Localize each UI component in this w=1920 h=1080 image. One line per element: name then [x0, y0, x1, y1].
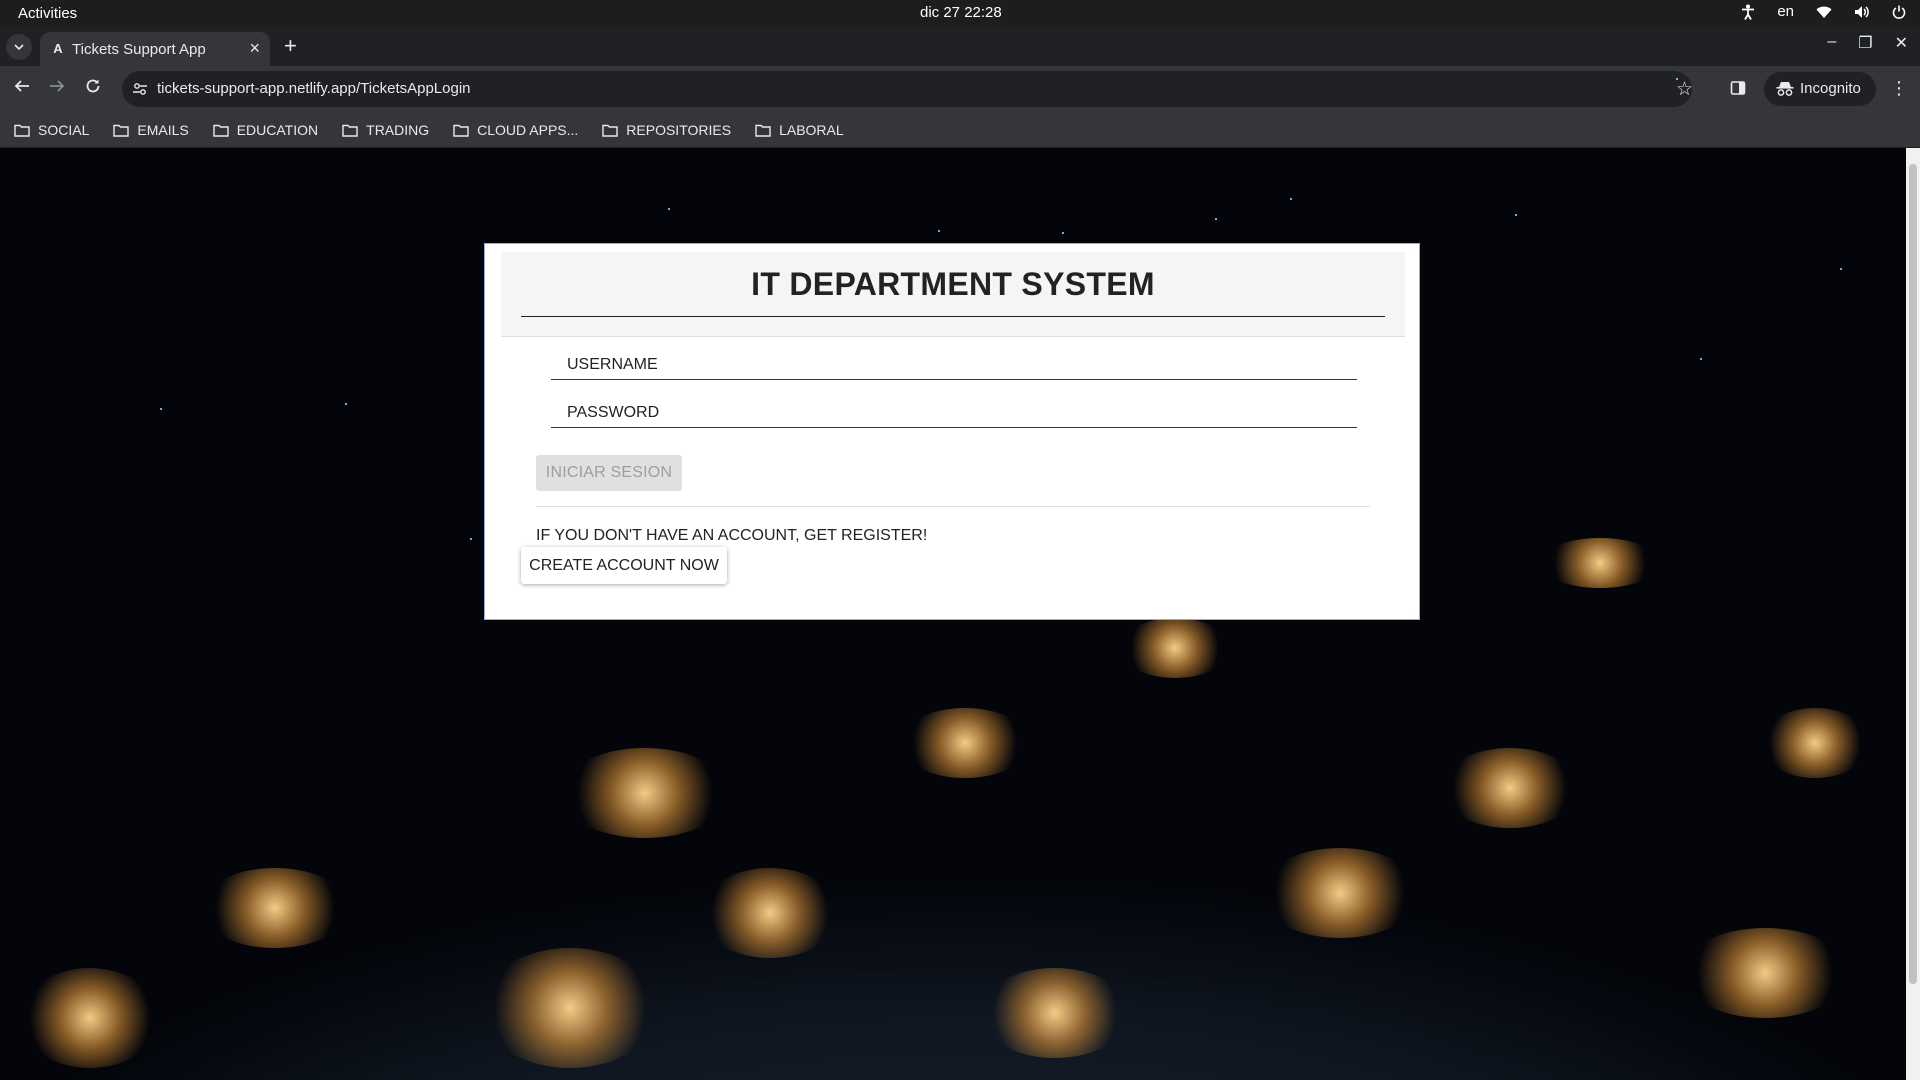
- incognito-icon: [1776, 82, 1794, 96]
- page-title: IT DEPARTMENT SYSTEM: [751, 266, 1155, 302]
- password-field[interactable]: [551, 398, 1357, 428]
- card-header: IT DEPARTMENT SYSTEM: [501, 252, 1405, 337]
- folder-icon: [453, 124, 469, 137]
- bookmark-label: REPOSITORIES: [626, 122, 732, 138]
- tab-close-icon[interactable]: ×: [249, 38, 260, 59]
- app-favicon-icon: A: [53, 41, 63, 56]
- folder-icon: [14, 124, 30, 137]
- power-icon[interactable]: [1892, 5, 1906, 19]
- activities-button[interactable]: Activities: [18, 5, 77, 22]
- window-controls: – ❐ ✕: [1827, 33, 1908, 53]
- browser-tab[interactable]: A Tickets Support App ×: [40, 32, 270, 66]
- side-panel-icon[interactable]: [1730, 80, 1746, 101]
- restore-icon[interactable]: ❐: [1858, 33, 1872, 53]
- folder-icon: [342, 124, 358, 137]
- create-account-button[interactable]: CREATE ACCOUNT NOW: [521, 547, 727, 584]
- address-bar[interactable]: tickets-support-app.netlify.app/TicketsA…: [122, 71, 1693, 107]
- username-field[interactable]: [551, 350, 1357, 380]
- minimize-icon[interactable]: –: [1827, 33, 1836, 53]
- bookmark-folder-education[interactable]: EDUCATION: [213, 122, 318, 138]
- page-scrollbar[interactable]: [1906, 148, 1920, 1080]
- bookmark-folder-laboral[interactable]: LABORAL: [755, 122, 844, 138]
- bookmark-label: EMAILS: [137, 122, 189, 138]
- section-divider: [536, 506, 1370, 507]
- wifi-icon[interactable]: [1816, 5, 1832, 19]
- clock[interactable]: dic 27 22:28: [920, 4, 1002, 21]
- tab-title: Tickets Support App: [72, 41, 206, 58]
- language-indicator[interactable]: en: [1777, 3, 1794, 20]
- bookmark-label: SOCIAL: [38, 122, 90, 138]
- chevron-down-icon: [14, 44, 24, 50]
- folder-icon: [213, 124, 229, 137]
- login-card: IT DEPARTMENT SYSTEM INICIAR SESION IF Y…: [484, 243, 1420, 620]
- system-tray[interactable]: en: [1741, 3, 1906, 20]
- volume-icon[interactable]: [1854, 5, 1870, 19]
- bookmark-folder-emails[interactable]: EMAILS: [113, 122, 189, 138]
- bookmarks-bar: SOCIAL EMAILS EDUCATION TRADING CLOUD AP…: [0, 113, 1920, 148]
- forward-arrow-icon[interactable]: [49, 78, 65, 99]
- incognito-indicator[interactable]: Incognito: [1764, 72, 1876, 106]
- title-divider: [521, 316, 1385, 317]
- bookmark-label: TRADING: [366, 122, 430, 138]
- browser-menu-icon[interactable]: ⋮: [1890, 78, 1908, 99]
- bookmark-label: LABORAL: [779, 122, 844, 138]
- bookmark-folder-repositories[interactable]: REPOSITORIES: [602, 122, 731, 138]
- folder-icon: [755, 124, 771, 137]
- window-close-icon[interactable]: ✕: [1895, 33, 1908, 53]
- system-top-bar: Activities dic 27 22:28 en: [0, 0, 1920, 27]
- new-tab-button[interactable]: +: [284, 35, 297, 57]
- bookmark-label: EDUCATION: [236, 122, 319, 138]
- folder-icon: [113, 124, 130, 137]
- back-arrow-icon[interactable]: [14, 78, 30, 99]
- browser-tab-strip: A Tickets Support App × + – ❐ ✕: [0, 27, 1920, 66]
- scrollbar-thumb[interactable]: [1909, 164, 1917, 984]
- password-input[interactable]: [551, 398, 1357, 427]
- incognito-label: Incognito: [1800, 80, 1861, 97]
- browser-toolbar: tickets-support-app.netlify.app/TicketsA…: [0, 66, 1920, 113]
- bookmark-folder-cloud-apps[interactable]: CLOUD APPS...: [453, 122, 578, 138]
- reload-icon[interactable]: [85, 78, 101, 99]
- bookmark-folder-trading[interactable]: TRADING: [342, 122, 429, 138]
- site-settings-icon[interactable]: [132, 81, 148, 102]
- bookmark-folder-social[interactable]: SOCIAL: [14, 122, 89, 138]
- folder-icon: [602, 124, 618, 137]
- accessibility-icon[interactable]: [1741, 4, 1755, 20]
- bookmark-label: CLOUD APPS...: [477, 122, 579, 138]
- register-prompt: IF YOU DON'T HAVE AN ACCOUNT, GET REGIST…: [536, 527, 928, 544]
- url-text[interactable]: tickets-support-app.netlify.app/TicketsA…: [157, 80, 471, 97]
- tab-search-button[interactable]: [6, 34, 32, 60]
- username-input[interactable]: [551, 350, 1357, 379]
- bookmark-star-icon[interactable]: ☆: [1676, 78, 1693, 100]
- login-button[interactable]: INICIAR SESION: [536, 455, 682, 491]
